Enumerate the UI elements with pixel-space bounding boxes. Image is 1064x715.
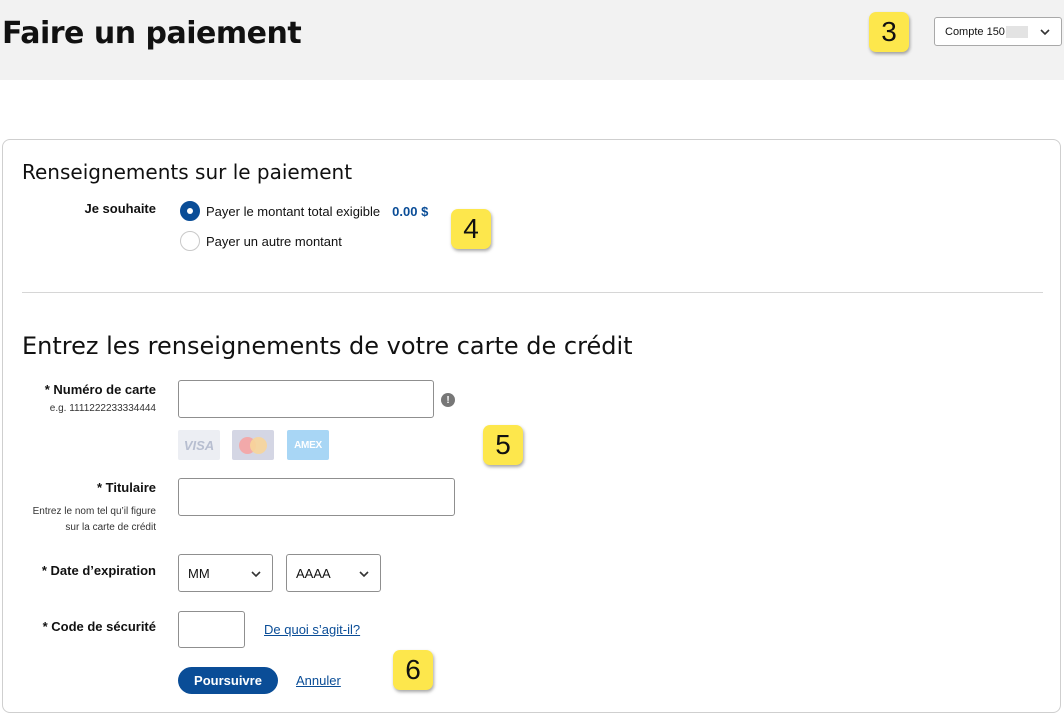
chevron-down-icon — [359, 571, 369, 578]
holder-label: * Titulaire — [96, 480, 156, 495]
continue-button[interactable]: Poursuivre — [178, 667, 278, 694]
annotation-marker-4: 4 — [451, 209, 491, 249]
expiry-year-select[interactable]: AAAA — [286, 554, 381, 592]
info-icon[interactable]: ! — [441, 393, 455, 407]
expiry-year-value: AAAA — [296, 565, 331, 581]
annotation-marker-3: 3 — [869, 12, 909, 52]
expiry-month-value: MM — [188, 565, 210, 581]
want-label: Je souhaite — [84, 201, 156, 216]
option-other-amount-label: Payer un autre montant — [206, 233, 342, 249]
account-selector[interactable]: Compte 150 — [934, 17, 1062, 46]
security-code-input[interactable] — [178, 611, 245, 648]
cancel-link[interactable]: Annuler — [296, 673, 341, 688]
card-number-hint: e.g. 1111222233334444 — [49, 403, 156, 414]
amex-logo: AMEX — [287, 430, 329, 460]
section-divider — [22, 292, 1043, 293]
radio-full-amount[interactable] — [180, 201, 200, 221]
holder-input[interactable] — [178, 478, 455, 516]
expiry-label: * Date d’expiration — [41, 563, 156, 578]
chevron-down-icon — [251, 571, 261, 578]
radio-other-amount[interactable] — [180, 231, 200, 251]
option-full-amount-label: Payer le montant total exigible — [206, 203, 381, 219]
mastercard-circle-right — [250, 436, 267, 454]
visa-logo: VISA — [178, 430, 220, 460]
holder-hint-line1: Entrez le nom tel qu’il figure — [32, 506, 156, 517]
card-section-title: Entrez les renseignements de votre carte… — [22, 332, 633, 360]
mastercard-logo — [232, 430, 274, 460]
page-title: Faire un paiement — [2, 16, 302, 51]
payment-card: Renseignements sur le paiement Je souhai… — [2, 139, 1061, 713]
option-other-amount[interactable]: Payer un autre montant — [180, 231, 342, 251]
card-number-label: * Numéro de carte — [44, 382, 156, 397]
annotation-marker-6: 6 — [393, 650, 433, 690]
chevron-down-icon — [1040, 29, 1050, 36]
account-number-mask — [1005, 25, 1028, 38]
security-code-help-link[interactable]: De quoi s’agit-il? — [264, 622, 360, 637]
security-code-label: * Code de sécurité — [42, 619, 156, 634]
account-label: Compte 150 — [945, 25, 1005, 38]
payment-section-title: Renseignements sur le paiement — [22, 160, 353, 184]
holder-hint-line2: sur la carte de crédit — [65, 522, 156, 533]
annotation-marker-5: 5 — [483, 425, 523, 465]
option-full-amount[interactable]: Payer le montant total exigible 0.00 $ — [180, 201, 428, 221]
card-number-input[interactable] — [178, 380, 434, 418]
amount-due: 0.00 $ — [392, 203, 429, 219]
expiry-month-select[interactable]: MM — [178, 554, 273, 592]
page-header: Faire un paiement 3 Compte 150 — [0, 0, 1064, 80]
